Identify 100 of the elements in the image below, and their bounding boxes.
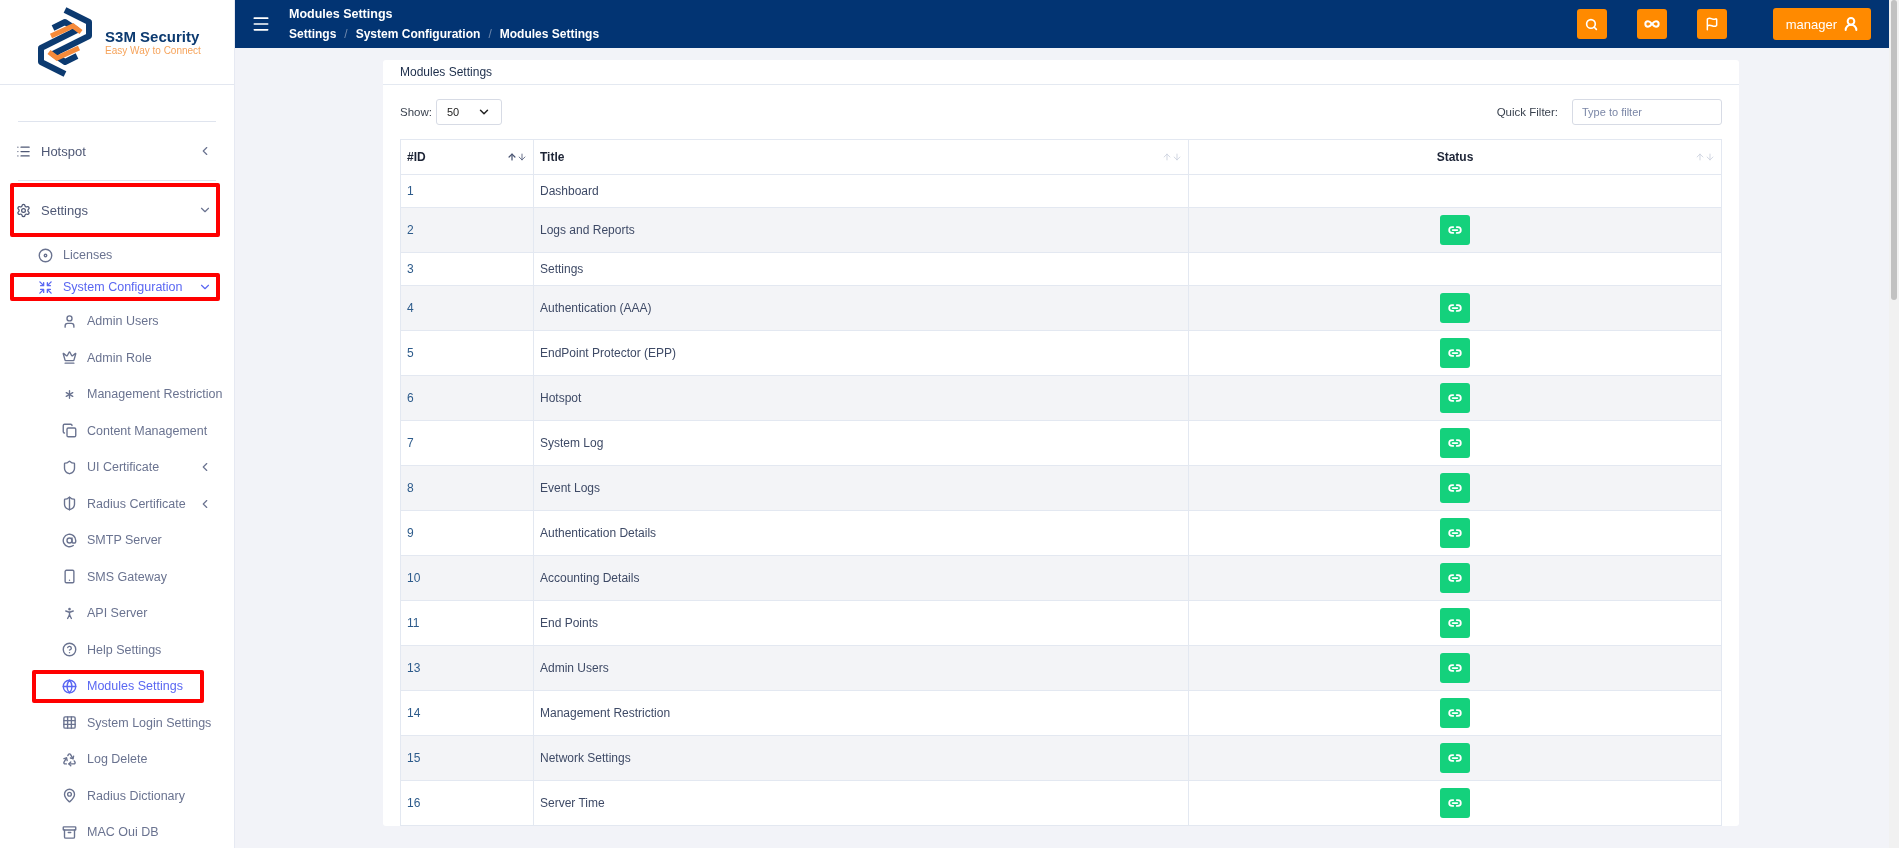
link-button[interactable]	[1440, 428, 1470, 458]
link-icon	[1448, 223, 1462, 237]
table-cell: 9	[400, 510, 534, 556]
link-button[interactable]	[1440, 698, 1470, 728]
breadcrumb-link[interactable]: Modules Settings	[499, 27, 600, 41]
link-icon	[1448, 571, 1462, 585]
recycle-icon	[62, 751, 77, 767]
link-icon	[1448, 796, 1462, 810]
sidebar-item[interactable]: Modules Settings	[44, 678, 218, 694]
table-cell: 15	[400, 735, 534, 781]
sidebar-item[interactable]: Log Delete	[44, 751, 218, 767]
table-cell: 7	[400, 420, 534, 466]
person-icon	[62, 605, 77, 621]
link-icon	[1448, 661, 1462, 675]
link-icon	[1448, 751, 1462, 765]
infinity-button[interactable]	[1636, 9, 1667, 39]
table-cell: Event Logs	[533, 465, 1189, 511]
table-cell: End Points	[533, 600, 1189, 646]
at-sign-icon	[62, 532, 77, 548]
shield-icon	[62, 496, 77, 512]
flag-button[interactable]	[1696, 9, 1727, 39]
sidebar-item[interactable]: System Configuration	[30, 279, 198, 295]
table-cell: 4	[400, 285, 534, 331]
link-button[interactable]	[1440, 473, 1470, 503]
page-size-select[interactable]: 50	[435, 99, 502, 125]
breadcrumb-separator: /	[344, 27, 348, 41]
table-cell: 10	[400, 555, 534, 601]
sidebar-item[interactable]: System Login Settings	[44, 715, 218, 731]
table-cell: 5	[400, 330, 534, 376]
show-label: Show:	[400, 106, 432, 118]
table-cell: Management Restriction	[533, 690, 1189, 736]
table-cell: Admin Users	[533, 645, 1189, 691]
sidebar-item[interactable]: Hotspot	[16, 143, 198, 159]
sidebar-item[interactable]: Licenses	[30, 247, 218, 263]
link-icon	[1448, 301, 1462, 315]
sidebar-item[interactable]: SMTP Server	[44, 532, 218, 548]
table-cell: 8	[400, 465, 534, 511]
table-cell: Server Time	[533, 780, 1189, 826]
table-cell: Logs and Reports	[533, 207, 1189, 253]
filter-field[interactable]: Type to filter	[1572, 99, 1722, 125]
link-button[interactable]	[1440, 563, 1470, 593]
table-cell: Authentication Details	[533, 510, 1189, 556]
link-button[interactable]	[1440, 293, 1470, 323]
sidebar-item[interactable]: Radius Certificate	[44, 496, 198, 512]
column-header[interactable]: Title	[533, 139, 1189, 175]
table-cell: 14	[400, 690, 534, 736]
search-icon	[1585, 17, 1599, 31]
link-button[interactable]	[1440, 215, 1470, 245]
scrollbar-thumb[interactable]	[1891, 0, 1897, 300]
settings-icon	[16, 202, 31, 218]
table-cell: Network Settings	[533, 735, 1189, 781]
user-icon	[62, 313, 77, 329]
link-icon	[1448, 526, 1462, 540]
table-cell: 3	[400, 252, 534, 286]
phone-icon	[62, 569, 77, 585]
table-cell: Settings	[533, 252, 1189, 286]
sidebar-item[interactable]: MAC Oui DB	[44, 824, 218, 840]
link-icon	[1448, 391, 1462, 405]
sidebar-item[interactable]: Settings	[16, 202, 198, 218]
search-button[interactable]	[1576, 9, 1607, 39]
menu-icon[interactable]	[251, 14, 271, 34]
link-button[interactable]	[1440, 383, 1470, 413]
link-button[interactable]	[1440, 518, 1470, 548]
globe-icon	[62, 678, 77, 694]
sidebar-item[interactable]: UI Certificate	[44, 459, 198, 475]
link-button[interactable]	[1440, 608, 1470, 638]
copy-icon	[62, 423, 77, 439]
disc-icon	[38, 247, 53, 263]
breadcrumb-link[interactable]: Settings	[289, 27, 337, 41]
link-icon	[1448, 481, 1462, 495]
sidebar-item[interactable]: Admin Role	[44, 350, 218, 366]
column-header[interactable]: Status	[1188, 139, 1722, 175]
table-cell: 16	[400, 780, 534, 826]
link-button[interactable]	[1440, 788, 1470, 818]
list-icon	[16, 143, 31, 159]
link-button[interactable]	[1440, 338, 1470, 368]
breadcrumb-link[interactable]: System Configuration	[355, 27, 481, 41]
table-cell: Authentication (AAA)	[533, 285, 1189, 331]
sidebar-item[interactable]: Admin Users	[44, 313, 218, 329]
archive-icon	[62, 824, 77, 840]
sidebar-item[interactable]: SMS Gateway	[44, 569, 218, 585]
brand-tagline: Easy Way to Connect	[105, 45, 201, 56]
table-cell: Hotspot	[533, 375, 1189, 421]
sidebar-item[interactable]: API Server	[44, 605, 218, 621]
sidebar-item[interactable]: Management Restriction	[44, 386, 223, 402]
table-cell: EndPoint Protector (EPP)	[533, 330, 1189, 376]
grid-icon	[62, 715, 77, 731]
shrink-icon	[38, 279, 53, 295]
user-icon	[1843, 16, 1859, 32]
column-header[interactable]: #ID	[400, 139, 534, 175]
link-icon	[1448, 436, 1462, 450]
table-cell: Accounting Details	[533, 555, 1189, 601]
breadcrumb-separator: /	[488, 27, 492, 41]
filter-label: Quick Filter:	[1496, 106, 1558, 118]
sidebar-item[interactable]: Content Management	[44, 423, 218, 439]
sidebar-item[interactable]: Radius Dictionary	[44, 788, 218, 804]
sidebar-item[interactable]: Help Settings	[44, 642, 218, 658]
link-button[interactable]	[1440, 653, 1470, 683]
flag-icon	[1704, 17, 1719, 31]
link-button[interactable]	[1440, 743, 1470, 773]
